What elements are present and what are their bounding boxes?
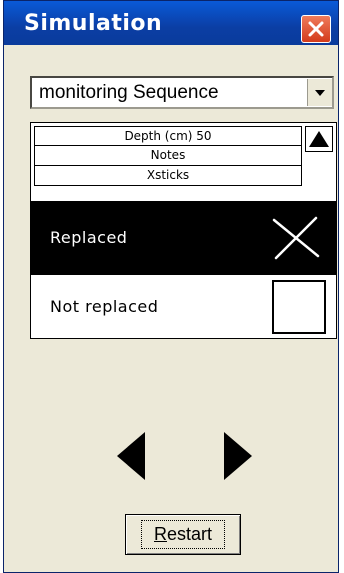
option-not-replaced[interactable]: Not replaced — [31, 274, 336, 338]
list-item[interactable]: Xsticks — [34, 166, 302, 186]
triangle-up-icon — [309, 131, 329, 147]
not-replaced-label: Not replaced — [50, 297, 159, 316]
sequence-select[interactable]: monitoring Sequence — [30, 76, 334, 109]
empty-checkbox-icon[interactable] — [272, 279, 326, 334]
window-title: Simulation — [24, 10, 163, 36]
restart-label-rest: estart — [166, 524, 213, 544]
close-button[interactable] — [301, 15, 331, 43]
list-item[interactable]: Notes — [34, 146, 302, 166]
triangle-left-icon[interactable] — [115, 430, 147, 482]
restart-label: Restart — [140, 520, 226, 549]
sequence-panel: Depth (cm) 50 Notes Xsticks Replaced Not… — [30, 122, 337, 339]
x-mark-icon — [272, 216, 320, 259]
restart-mnemonic: R — [153, 524, 167, 544]
sequence-select-value: monitoring Sequence — [39, 81, 219, 103]
list-item[interactable]: Depth (cm) 50 — [34, 126, 302, 146]
scroll-up-button[interactable] — [305, 126, 333, 152]
chevron-down-icon — [315, 89, 325, 96]
sequence-list: Depth (cm) 50 Notes Xsticks — [34, 126, 302, 186]
replaced-label: Replaced — [50, 228, 128, 247]
close-icon — [308, 21, 324, 37]
dropdown-button[interactable] — [307, 79, 332, 106]
restart-button[interactable]: Restart — [125, 514, 241, 555]
title-bar[interactable]: Simulation — [4, 1, 338, 45]
option-replaced[interactable]: Replaced — [31, 201, 336, 274]
triangle-right-icon[interactable] — [222, 430, 254, 482]
